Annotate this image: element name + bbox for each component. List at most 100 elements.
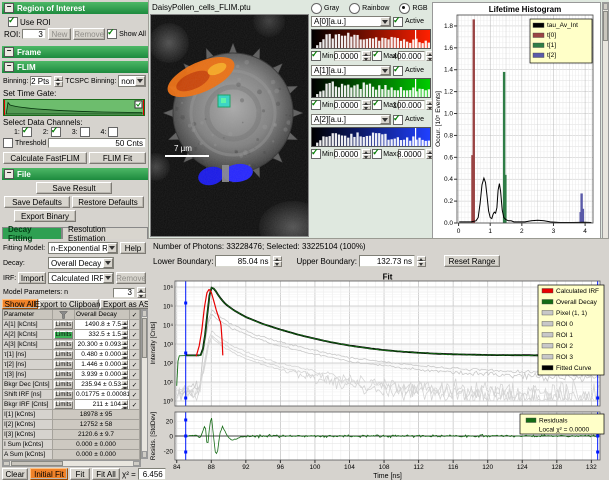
- min-field[interactable]: 0.0000: [334, 100, 361, 110]
- value-stepper[interactable]: [121, 350, 128, 359]
- collapse-icon[interactable]: −: [4, 62, 14, 72]
- chevron-down-icon[interactable]: [107, 243, 117, 253]
- use-roi-checkbox[interactable]: [8, 17, 18, 27]
- collapse-icon[interactable]: −: [4, 3, 14, 13]
- value-stepper[interactable]: [121, 380, 128, 389]
- value-stepper[interactable]: [121, 340, 128, 349]
- export-clipboard-button[interactable]: Export to Clipboard: [39, 299, 99, 309]
- model-parameters-stepper[interactable]: [137, 287, 146, 298]
- max-field[interactable]: 400.000: [398, 51, 425, 61]
- chevron-down-icon[interactable]: [380, 17, 390, 26]
- max-checkbox[interactable]: [372, 51, 382, 61]
- export-binary-button[interactable]: Export Binary: [14, 210, 76, 222]
- min-checkbox[interactable]: [311, 100, 321, 110]
- param-fit-checkbox[interactable]: ✓: [130, 370, 140, 380]
- param-value-cell[interactable]: 211 ± 104: [75, 400, 130, 410]
- show-all-checkbox[interactable]: [107, 29, 117, 39]
- channel-active-checkbox[interactable]: [393, 66, 403, 76]
- param-col-header[interactable]: Parameter: [3, 310, 53, 320]
- param-value-cell[interactable]: 3.939 ± 0.000: [75, 370, 130, 380]
- param-value-cell[interactable]: 0.480 ± 0.000: [75, 350, 130, 360]
- data-channel-checkbox[interactable]: [22, 127, 32, 137]
- save-defaults-button[interactable]: Save Defaults: [4, 196, 70, 208]
- threshold-checkbox[interactable]: [3, 138, 13, 148]
- param-fit-checkbox[interactable]: ✓: [130, 320, 140, 330]
- max-field[interactable]: 100.000: [398, 100, 425, 110]
- chevron-down-icon[interactable]: [103, 258, 113, 268]
- decay-dropdown[interactable]: Overall Decay: [48, 257, 114, 269]
- irf-dropdown[interactable]: Calculated IRF: [48, 272, 114, 284]
- value-stepper[interactable]: [121, 360, 128, 369]
- upper-boundary-field[interactable]: 132.73 ns: [359, 255, 415, 267]
- check-col-header[interactable]: ✓: [130, 310, 140, 320]
- param-fit-checkbox[interactable]: ✓: [130, 380, 140, 390]
- upper-boundary-stepper[interactable]: [417, 256, 426, 267]
- filter-funnel-icon[interactable]: [53, 310, 75, 320]
- channel-histogram[interactable]: [311, 127, 431, 147]
- channel-active-checkbox[interactable]: [393, 17, 403, 27]
- max-checkbox[interactable]: [372, 149, 382, 159]
- fit-all-button[interactable]: Fit All: [92, 468, 120, 480]
- display-mode-radio-rgb[interactable]: [399, 3, 410, 14]
- param-fit-checkbox[interactable]: ✓: [130, 350, 140, 360]
- clear-button[interactable]: Clear: [2, 468, 28, 480]
- min-checkbox[interactable]: [311, 51, 321, 61]
- chevron-down-icon[interactable]: [103, 273, 113, 283]
- tab-decay-fitting[interactable]: Decay Fitting: [2, 227, 62, 239]
- fit-chart[interactable]: 84889296100104108112116120124128132Time …: [148, 273, 609, 480]
- time-gate-graph[interactable]: [3, 99, 145, 116]
- max-field[interactable]: 8.0000: [398, 149, 425, 159]
- min-checkbox[interactable]: [311, 149, 321, 159]
- reset-range-button[interactable]: Reset Range: [444, 255, 500, 267]
- channel-active-checkbox[interactable]: [393, 115, 403, 125]
- chevron-down-icon[interactable]: [135, 76, 145, 86]
- irf-import-button[interactable]: Import: [18, 272, 46, 284]
- param-fit-checkbox[interactable]: ✓: [130, 330, 140, 340]
- param-value-cell[interactable]: 1490.8 ± 7.5: [75, 320, 130, 330]
- channel-histogram[interactable]: [311, 29, 431, 49]
- value-stepper[interactable]: [121, 320, 128, 329]
- limits-button[interactable]: Limits: [54, 351, 73, 359]
- binning-stepper[interactable]: [54, 76, 63, 87]
- limits-button[interactable]: Limits: [54, 391, 73, 399]
- roi-count-field[interactable]: 3: [22, 29, 45, 39]
- min-field[interactable]: 0.0000: [334, 149, 361, 159]
- flim-fit-button[interactable]: FLIM Fit: [89, 152, 146, 164]
- channel-source-dropdown[interactable]: A[0][a.u.]: [311, 16, 391, 27]
- fitting-model-dropdown[interactable]: n-Exponential Reconvolution: [48, 242, 118, 254]
- restore-defaults-button[interactable]: Restore Defaults: [72, 196, 144, 208]
- limits-button[interactable]: Limits: [54, 331, 73, 339]
- min-stepper[interactable]: [362, 149, 371, 159]
- irf-remove-button[interactable]: Remove: [116, 272, 146, 284]
- min-stepper[interactable]: [362, 100, 371, 110]
- tcspc-binning-dropdown[interactable]: none: [118, 75, 146, 87]
- chevron-down-icon[interactable]: [380, 66, 390, 75]
- initial-fit-button[interactable]: Initial Fit: [30, 468, 68, 480]
- data-channel-checkbox[interactable]: [80, 127, 90, 137]
- param-fit-checkbox[interactable]: ✓: [130, 360, 140, 370]
- channel-source-dropdown[interactable]: A[2][a.u.]: [311, 114, 391, 125]
- limits-button[interactable]: Limits: [54, 401, 73, 409]
- table-hscrollbar[interactable]: [2, 460, 141, 467]
- value-stepper[interactable]: [121, 370, 128, 379]
- new-roi-button[interactable]: New: [48, 28, 71, 40]
- fit-button[interactable]: Fit: [70, 468, 90, 480]
- value-stepper[interactable]: [121, 330, 128, 339]
- max-checkbox[interactable]: [372, 100, 382, 110]
- specimen-image[interactable]: 7 µm: [151, 15, 308, 236]
- threshold-field[interactable]: 50 Cnts: [48, 138, 146, 148]
- chevron-down-icon[interactable]: [380, 115, 390, 124]
- help-button[interactable]: Help: [120, 242, 146, 254]
- channel-source-dropdown[interactable]: A[1][a.u.]: [311, 65, 391, 76]
- limits-button[interactable]: Limits: [54, 321, 73, 329]
- time-gate-checkbox[interactable]: [135, 101, 142, 108]
- param-value-cell[interactable]: 0.01775 ± 0.00081: [75, 390, 130, 400]
- lower-boundary-stepper[interactable]: [273, 256, 282, 267]
- table-vscrollbar[interactable]: [141, 309, 148, 459]
- value-col-header[interactable]: Overall Decay: [75, 310, 130, 320]
- chart-vscrollbar[interactable]: [602, 2, 609, 252]
- limits-button[interactable]: Limits: [54, 381, 73, 389]
- min-field[interactable]: 0.0000: [334, 51, 361, 61]
- display-mode-radio-rainbow[interactable]: [349, 3, 360, 14]
- show-all-button[interactable]: Show All: [2, 299, 38, 309]
